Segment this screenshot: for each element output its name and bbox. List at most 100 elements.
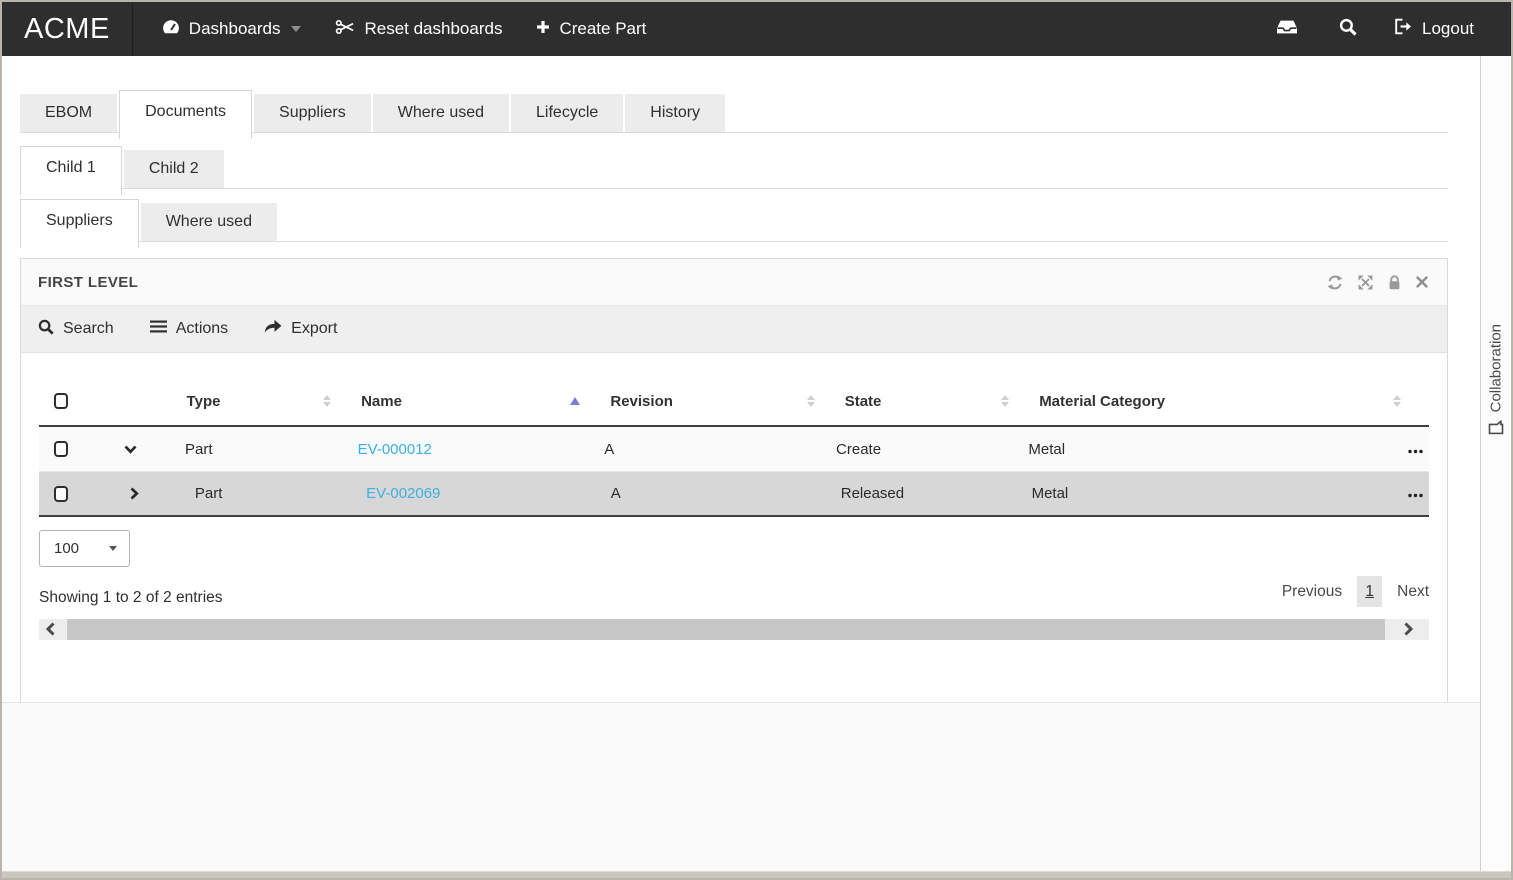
tab-where-used-child[interactable]: Where used xyxy=(141,203,277,241)
scrollbar-thumb[interactable] xyxy=(67,619,1385,640)
part-name-link[interactable]: EV-000012 xyxy=(358,441,432,458)
tab-history[interactable]: History xyxy=(625,94,725,132)
table-row[interactable]: Part EV-000012 A Create Metal xyxy=(39,427,1429,472)
tabs-level1: EBOM Documents Suppliers Where used Life… xyxy=(20,90,1448,133)
collaboration-sidebar: Collaboration xyxy=(1480,56,1511,871)
row-checkbox[interactable] xyxy=(54,486,68,502)
nav-create-part[interactable]: Create Part xyxy=(519,2,663,56)
next-page-button[interactable]: Next xyxy=(1397,583,1429,601)
table-row-selected[interactable]: Part EV-002069 A Released Metal xyxy=(39,472,1429,517)
nav-reset-dashboards[interactable]: Reset dashboards xyxy=(318,2,519,56)
horizontal-scrollbar[interactable] xyxy=(39,619,1429,640)
tab-where-used[interactable]: Where used xyxy=(373,94,509,132)
logout-button[interactable]: Logout xyxy=(1378,2,1491,56)
sort-asc-icon[interactable] xyxy=(570,397,580,405)
tab-child-1[interactable]: Child 1 xyxy=(20,146,122,195)
panel-title: FIRST LEVEL xyxy=(38,274,138,291)
scroll-left-icon[interactable] xyxy=(46,622,55,641)
lock-icon[interactable] xyxy=(1386,273,1403,292)
cell-type: Part xyxy=(187,485,358,502)
export-label: Export xyxy=(291,320,337,338)
column-header-name[interactable]: Name xyxy=(353,393,602,410)
tab-suppliers-child[interactable]: Suppliers xyxy=(20,199,139,248)
column-header-material-category[interactable]: Material Category xyxy=(1031,393,1423,410)
pagination: Previous 1 Next xyxy=(1282,576,1429,607)
dashboard-gauge-icon xyxy=(162,19,180,40)
tab-documents[interactable]: Documents xyxy=(119,90,252,139)
parts-table: Type Name Revision xyxy=(39,377,1429,517)
main-content: EBOM Documents Suppliers Where used Life… xyxy=(2,56,1480,871)
maximize-icon[interactable] xyxy=(1356,273,1375,292)
cell-state: Released xyxy=(833,485,1024,502)
column-header-revision[interactable]: Revision xyxy=(602,393,836,410)
window-bottom-scrollbar[interactable] xyxy=(2,871,1511,878)
page-size-value: 100 xyxy=(54,540,79,557)
nav-create-part-label: Create Part xyxy=(559,19,646,39)
sort-icon[interactable] xyxy=(323,395,331,407)
sort-icon[interactable] xyxy=(807,395,815,407)
previous-page-button[interactable]: Previous xyxy=(1282,583,1342,601)
tab-child-2[interactable]: Child 2 xyxy=(124,150,224,188)
page-size-select[interactable]: 100 xyxy=(39,530,130,567)
select-all-checkbox[interactable] xyxy=(54,393,68,409)
nav-dashboards[interactable]: Dashboards xyxy=(145,2,319,56)
panel-toolbar: Search Actions Export xyxy=(21,306,1447,353)
tab-suppliers[interactable]: Suppliers xyxy=(254,94,371,132)
refresh-icon[interactable] xyxy=(1325,273,1345,292)
export-button[interactable]: Export xyxy=(264,319,337,339)
comment-bubble-icon xyxy=(1488,420,1505,434)
row-menu-ellipsis-icon[interactable] xyxy=(1408,485,1423,502)
column-header-state[interactable]: State xyxy=(837,393,1031,410)
logout-label: Logout xyxy=(1422,19,1474,39)
actions-label: Actions xyxy=(176,320,228,338)
search-toolbar-button[interactable]: Search xyxy=(38,319,114,340)
scissors-icon xyxy=(335,19,355,40)
collaboration-tab[interactable]: Collaboration xyxy=(1488,324,1505,434)
sort-icon[interactable] xyxy=(1393,395,1401,407)
actions-button[interactable]: Actions xyxy=(150,320,228,338)
page-number-button[interactable]: 1 xyxy=(1357,576,1382,607)
app-window: ACME Dashboards Reset dashboards Create xyxy=(0,0,1513,880)
panel-header: FIRST LEVEL xyxy=(21,259,1447,306)
export-arrow-icon xyxy=(264,319,282,339)
search-icon xyxy=(38,319,54,340)
entries-summary: Showing 1 to 2 of 2 entries xyxy=(39,589,223,607)
cell-revision: A xyxy=(603,485,833,502)
search-icon xyxy=(1339,18,1357,41)
scroll-right-icon[interactable] xyxy=(1404,622,1413,641)
column-header-type[interactable]: Type xyxy=(179,393,354,410)
sort-icon[interactable] xyxy=(1001,395,1009,407)
first-level-panel: FIRST LEVEL xyxy=(20,258,1448,703)
cell-material-category: Metal xyxy=(1024,485,1408,502)
tabs-level3: Suppliers Where used xyxy=(20,199,1448,242)
cell-state: Create xyxy=(828,441,1020,458)
row-menu-ellipsis-icon[interactable] xyxy=(1408,441,1423,458)
chevron-right-icon[interactable] xyxy=(130,487,139,500)
inbox-icon xyxy=(1277,19,1297,40)
part-name-link[interactable]: EV-002069 xyxy=(366,485,440,502)
navbar-right: Logout xyxy=(1256,2,1511,56)
search-label: Search xyxy=(63,320,114,338)
panel-body: Type Name Revision xyxy=(21,377,1447,702)
content-background xyxy=(2,702,1480,871)
caret-down-icon xyxy=(109,546,117,551)
cell-revision: A xyxy=(596,441,828,458)
top-navbar: ACME Dashboards Reset dashboards Create xyxy=(2,2,1511,56)
collaboration-label: Collaboration xyxy=(1488,324,1505,412)
tabs-level2: Child 1 Child 2 xyxy=(20,146,1448,189)
inbox-button[interactable] xyxy=(1256,2,1318,56)
nav-dashboards-label: Dashboards xyxy=(189,19,281,39)
search-button[interactable] xyxy=(1318,2,1378,56)
tab-ebom[interactable]: EBOM xyxy=(20,94,117,132)
row-checkbox[interactable] xyxy=(54,441,68,457)
plus-icon xyxy=(536,19,550,39)
brand-logo[interactable]: ACME xyxy=(2,2,133,56)
hamburger-icon xyxy=(150,320,167,338)
nav-reset-dashboards-label: Reset dashboards xyxy=(364,19,502,39)
caret-down-icon xyxy=(291,26,301,32)
cell-material-category: Metal xyxy=(1020,441,1408,458)
chevron-down-icon[interactable] xyxy=(124,445,137,454)
tab-lifecycle[interactable]: Lifecycle xyxy=(511,94,623,132)
close-icon[interactable] xyxy=(1414,274,1430,290)
cell-type: Part xyxy=(177,441,350,458)
